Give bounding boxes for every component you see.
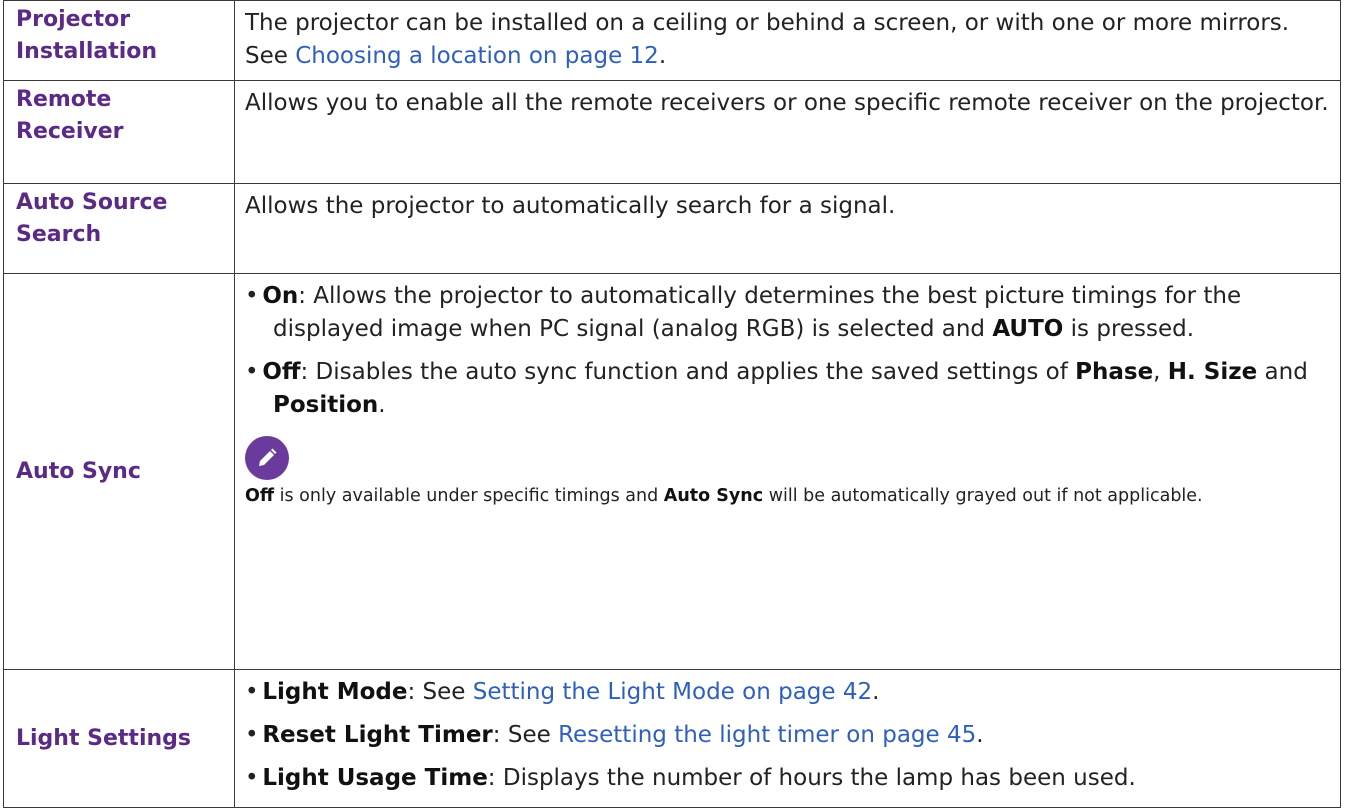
bullet-reset-light-timer: • Reset Light Timer: See Resetting the l… xyxy=(245,722,984,748)
position-label: Position xyxy=(273,392,379,418)
desc-light-settings: • Light Mode: See Setting the Light Mode… xyxy=(234,669,1341,808)
desc-projector-installation: The projector can be installed on a ceil… xyxy=(234,0,1341,81)
off-end: . xyxy=(378,392,386,418)
light-mode-end: . xyxy=(872,679,880,705)
bullet-light-usage-time: • Light Usage Time: Displays the number … xyxy=(245,765,1136,791)
term-auto-sync: Auto Sync xyxy=(3,273,235,670)
note-off-label: Off xyxy=(245,486,275,506)
reset-timer-text: : See xyxy=(492,722,559,748)
table-row: Remote Receiver Allows you to enable all… xyxy=(3,80,1341,184)
off-text: : Disables the auto sync function and ap… xyxy=(300,359,1076,385)
bullet-off: • Off: Disables the auto sync function a… xyxy=(245,359,1308,418)
term-light-settings: Light Settings xyxy=(3,669,235,808)
light-mode-text: : See xyxy=(407,679,473,705)
note-text-1: is only available under specific timings… xyxy=(274,486,664,506)
settings-table: Projector Installation The projector can… xyxy=(3,0,1341,808)
light-mode-label: Light Mode xyxy=(262,679,408,705)
link-setting-light-mode[interactable]: Setting the Light Mode on page 42 xyxy=(473,679,872,705)
desc-remote-receiver: Allows you to enable all the remote rece… xyxy=(234,80,1341,184)
link-choosing-location[interactable]: Choosing a location on page 12 xyxy=(295,43,659,69)
desc-auto-sync: • On: Allows the projector to automatica… xyxy=(234,273,1341,670)
table-row: Light Settings • Light Mode: See Setting… xyxy=(3,669,1341,808)
table-row: Auto Sync • On: Allows the projector to … xyxy=(3,273,1341,670)
hsize-label: H. Size xyxy=(1167,359,1258,385)
pencil-icon xyxy=(245,436,289,480)
phase-label: Phase xyxy=(1075,359,1154,385)
usage-time-text: : Displays the number of hours the lamp … xyxy=(487,765,1136,791)
off-label: Off xyxy=(262,359,301,385)
note-text: Off is only available under specific tim… xyxy=(245,482,1330,515)
term-remote-receiver: Remote Receiver xyxy=(3,80,235,184)
link-resetting-light-timer[interactable]: Resetting the light timer on page 45 xyxy=(558,722,976,748)
table-row: Auto Source Search Allows the projector … xyxy=(3,183,1341,274)
table-row: Projector Installation The projector can… xyxy=(3,0,1341,81)
desc-auto-source-search: Allows the projector to automatically se… xyxy=(234,183,1341,274)
on-end: is pressed. xyxy=(1063,316,1195,342)
on-label: On xyxy=(262,283,299,309)
note-autosync-label: Auto Sync xyxy=(663,486,764,506)
reset-timer-label: Reset Light Timer xyxy=(262,722,493,748)
usage-time-label: Light Usage Time xyxy=(262,765,488,791)
term-projector-installation: Projector Installation xyxy=(3,0,235,81)
desc-period: . xyxy=(658,43,667,69)
bullet-light-mode: • Light Mode: See Setting the Light Mode… xyxy=(245,679,880,705)
auto-key: AUTO xyxy=(992,316,1064,342)
note-text-2: will be automatically grayed out if not … xyxy=(763,486,1203,506)
off-and: and xyxy=(1257,359,1308,385)
term-auto-source-search: Auto Source Search xyxy=(3,183,235,274)
reset-timer-end: . xyxy=(976,722,984,748)
bullet-on: • On: Allows the projector to automatica… xyxy=(245,283,1242,342)
off-comma: , xyxy=(1153,359,1168,385)
